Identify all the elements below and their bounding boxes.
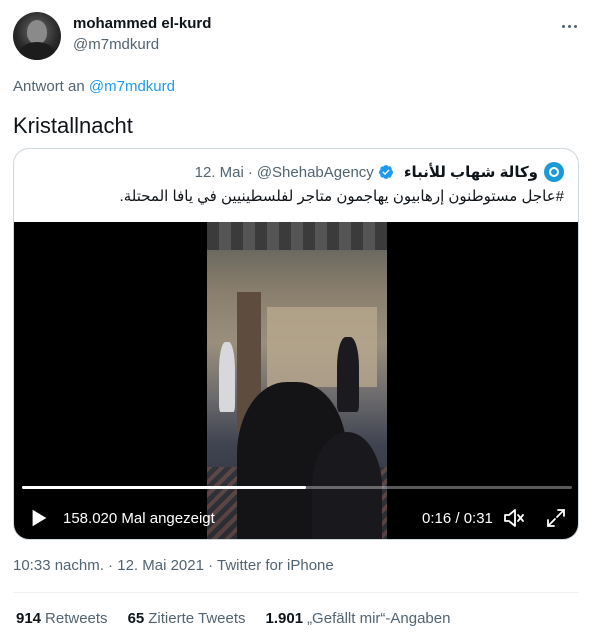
video-view-count: 158.020 Mal angezeigt bbox=[63, 510, 215, 527]
stat-label: Retweets bbox=[45, 610, 108, 627]
video-player[interactable]: 158.020 Mal angezeigt 0:16 / 0:31 bbox=[14, 222, 578, 539]
quoted-tweet[interactable]: 12. Mai · @ShehabAgency وكالة شهاب للأنب… bbox=[13, 148, 579, 540]
author-handle[interactable]: @m7mdkurd bbox=[73, 36, 159, 53]
reply-to-link[interactable]: @m7mdkurd bbox=[89, 78, 175, 95]
reply-prefix: Antwort an bbox=[13, 78, 85, 95]
tweet-source[interactable]: Twitter for iPhone bbox=[217, 557, 334, 574]
avatar-face bbox=[27, 20, 47, 44]
quoted-separator: · bbox=[247, 163, 253, 181]
quoted-avatar[interactable] bbox=[544, 162, 564, 182]
tweet-timestamp[interactable]: 10:33 nachm. · 12. Mai 2021 · bbox=[13, 557, 217, 574]
divider bbox=[13, 592, 579, 593]
verified-badge-icon bbox=[378, 165, 393, 179]
video-time: 0:16 / 0:31 bbox=[422, 510, 493, 527]
video-frame bbox=[207, 222, 387, 539]
video-storefront bbox=[267, 307, 377, 387]
stat-count: 65 bbox=[127, 610, 145, 627]
volume-icon[interactable] bbox=[502, 506, 526, 530]
author-name[interactable]: mohammed el-kurd bbox=[73, 15, 211, 32]
stat-retweets[interactable]: 914 Retweets bbox=[16, 610, 108, 627]
stat-label: Zitierte Tweets bbox=[148, 610, 246, 627]
stat-count: 1.901 bbox=[265, 610, 304, 627]
stat-label: „Gefällt mir“-Angaben bbox=[307, 610, 451, 627]
tweet-text: Kristallnacht bbox=[13, 113, 133, 138]
quoted-name[interactable]: وكالة شهاب للأنباء bbox=[404, 163, 538, 181]
video-awning bbox=[207, 222, 387, 250]
play-icon[interactable] bbox=[28, 507, 50, 529]
more-horizontal-icon[interactable] bbox=[559, 16, 579, 36]
stat-quote-tweets[interactable]: 65 Zitierte Tweets bbox=[128, 610, 246, 627]
author-avatar[interactable] bbox=[13, 12, 61, 60]
stat-likes[interactable]: 1.901 „Gefällt mir“-Angaben bbox=[266, 610, 451, 627]
quoted-date[interactable]: 12. Mai bbox=[195, 164, 244, 181]
video-figure bbox=[219, 342, 235, 412]
replying-to: Antwort an @m7mdkurd bbox=[13, 78, 175, 95]
quoted-handle[interactable]: @ShehabAgency bbox=[257, 164, 374, 181]
avatar-body bbox=[19, 42, 55, 60]
video-progress-bar[interactable] bbox=[22, 486, 572, 489]
tweet-stats: 914 Retweets 65 Zitierte Tweets 1.901 „Gefä… bbox=[16, 610, 470, 627]
tweet-header: mohammed el-kurd @m7mdkurd bbox=[13, 12, 579, 62]
stat-count: 914 bbox=[16, 610, 42, 627]
fullscreen-icon[interactable] bbox=[544, 506, 568, 530]
video-progress-fill bbox=[22, 486, 306, 489]
video-figure bbox=[337, 337, 359, 412]
quoted-text: #عاجل مستوطنون إرهابيون يهاجمون متاجر لف… bbox=[119, 188, 564, 205]
tweet-meta: 10:33 nachm. · 12. Mai 2021 · Twitter fo… bbox=[13, 557, 334, 574]
quoted-header: 12. Mai · @ShehabAgency وكالة شهاب للأنب… bbox=[195, 162, 564, 182]
